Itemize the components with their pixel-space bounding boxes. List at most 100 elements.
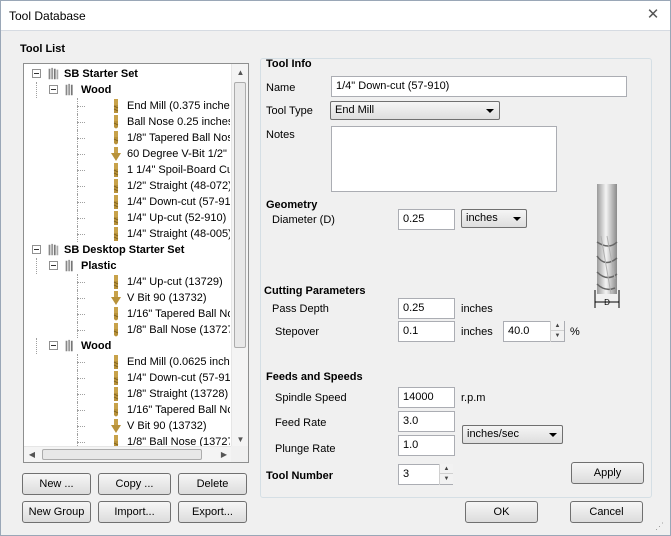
collapse-toggle-icon[interactable] bbox=[49, 85, 58, 94]
tree-item-label: 1/4" Up-cut (52-910) bbox=[127, 212, 227, 224]
tree-item-tool[interactable]: 60 Degree V-Bit 1/2" ( 37- bbox=[24, 146, 230, 162]
end-mill-icon bbox=[110, 194, 122, 210]
tool-name-input[interactable]: 1/4" Down-cut (57-910) bbox=[331, 76, 627, 97]
tree-horizontal-scrollbar[interactable]: ◀ ▶ bbox=[24, 446, 232, 462]
pass-depth-input[interactable]: 0.25 bbox=[398, 298, 455, 319]
diameter-units-select[interactable]: inches bbox=[461, 209, 527, 228]
tree-connector bbox=[77, 418, 78, 434]
scroll-right-arrow-icon[interactable]: ▶ bbox=[216, 447, 232, 462]
end-mill-icon bbox=[110, 98, 122, 114]
spin-down-icon[interactable]: ▼ bbox=[440, 474, 453, 484]
cancel-button[interactable]: Cancel bbox=[570, 501, 643, 523]
plunge-rate-label: Plunge Rate bbox=[275, 443, 336, 455]
diameter-input[interactable]: 0.25 bbox=[398, 209, 455, 230]
apply-button[interactable]: Apply bbox=[571, 462, 644, 484]
end-mill-icon bbox=[110, 178, 122, 194]
tree-item-tool-set[interactable]: SB Starter Set bbox=[24, 66, 230, 82]
scroll-left-arrow-icon[interactable]: ◀ bbox=[24, 447, 40, 462]
tool-type-label: Tool Type bbox=[266, 105, 313, 117]
stepover-input[interactable]: 0.1 bbox=[398, 321, 455, 342]
delete-tool-button[interactable]: Delete bbox=[178, 473, 247, 495]
tree-connector bbox=[77, 106, 85, 107]
notes-textarea[interactable] bbox=[331, 126, 557, 192]
feed-rate-input[interactable]: 3.0 bbox=[398, 411, 455, 432]
horizontal-scroll-thumb[interactable] bbox=[42, 449, 202, 460]
resize-grip-icon[interactable]: ⋰ bbox=[655, 520, 667, 532]
tree-item-tool[interactable]: 1 1/4" Spoil-Board Cutter ( bbox=[24, 162, 230, 178]
collapse-toggle-icon[interactable] bbox=[32, 69, 41, 78]
tree-item-tool[interactable]: End Mill (0.375 inches) bbox=[24, 98, 230, 114]
tree-item-label: 1/2" Straight (48-072) bbox=[127, 180, 230, 192]
vertical-scroll-thumb[interactable] bbox=[234, 82, 246, 348]
tree-vertical-scrollbar[interactable]: ▲ ▼ bbox=[231, 64, 248, 448]
tree-item-tool[interactable]: 1/4" Down-cut (57-910) bbox=[24, 194, 230, 210]
import-button[interactable]: Import... bbox=[98, 501, 171, 523]
tree-item-label: 1/16" Tapered Ball Nose (1 bbox=[127, 308, 230, 320]
tree-item-tool[interactable]: Ball Nose 0.25 inches Dia bbox=[24, 114, 230, 130]
rate-units-select[interactable]: inches/sec bbox=[462, 425, 563, 444]
v-bit-icon bbox=[110, 146, 122, 162]
export-button[interactable]: Export... bbox=[178, 501, 247, 523]
collapse-toggle-icon[interactable] bbox=[32, 245, 41, 254]
tree-item-tool[interactable]: 1/8" Ball Nose (13727) bbox=[24, 322, 230, 338]
tool-number-spinner[interactable]: ▲ ▼ bbox=[439, 464, 453, 485]
tree-item-label: 1 1/4" Spoil-Board Cutter ( bbox=[127, 164, 230, 176]
tree-item-tool[interactable]: 1/4" Up-cut (52-910) bbox=[24, 210, 230, 226]
tree-connector bbox=[77, 410, 85, 411]
tree-connector bbox=[77, 130, 78, 146]
copy-tool-button[interactable]: Copy ... bbox=[98, 473, 171, 495]
plunge-rate-input[interactable]: 1.0 bbox=[398, 435, 455, 456]
tree-item-tool[interactable]: End Mill (0.0625 inches) bbox=[24, 354, 230, 370]
stepover-unit: inches bbox=[461, 326, 493, 338]
tree-item-tool[interactable]: 1/4" Straight (48-005) bbox=[24, 226, 230, 242]
new-tool-button[interactable]: New ... bbox=[22, 473, 91, 495]
tree-item-tool-group[interactable]: Wood bbox=[24, 82, 230, 98]
stepover-percent-spinner[interactable]: ▲ ▼ bbox=[550, 321, 564, 342]
tree-item-tool[interactable]: V Bit 90 (13732) bbox=[24, 418, 230, 434]
tree-connector bbox=[77, 362, 85, 363]
spin-up-icon[interactable]: ▲ bbox=[551, 321, 564, 331]
ok-button[interactable]: OK bbox=[465, 501, 538, 523]
tool-tree[interactable]: SB Starter Set Wood End Mill (0.375 inches… bbox=[23, 63, 249, 463]
tool-group-icon bbox=[63, 259, 77, 273]
tool-number-value: 3 bbox=[403, 468, 410, 480]
tree-item-tool[interactable]: V Bit 90 (13732) bbox=[24, 290, 230, 306]
tree-connector bbox=[77, 122, 85, 123]
tree-connector bbox=[77, 186, 85, 187]
spin-down-icon[interactable]: ▼ bbox=[551, 331, 564, 341]
close-icon[interactable]: ✕ bbox=[644, 6, 662, 24]
tree-item-tool[interactable]: 1/8" Tapered Ball Nose ( 7 bbox=[24, 130, 230, 146]
tree-item-tool[interactable]: 1/16" Tapered Ball Nose (1 bbox=[24, 402, 230, 418]
tree-item-tool[interactable]: 1/2" Straight (48-072) bbox=[24, 178, 230, 194]
tree-item-tool[interactable]: 1/8" Straight (13728) bbox=[24, 386, 230, 402]
chevron-down-icon bbox=[513, 217, 521, 221]
tree-item-tool-set[interactable]: SB Desktop Starter Set bbox=[24, 242, 230, 258]
tool-group-icon bbox=[63, 339, 77, 353]
tree-connector bbox=[36, 82, 37, 98]
spindle-speed-input[interactable]: 14000 bbox=[398, 387, 455, 408]
ball-nose-icon bbox=[110, 402, 122, 418]
tree-item-label: 1/4" Straight (48-005) bbox=[127, 228, 230, 240]
spindle-speed-unit: r.p.m bbox=[461, 392, 486, 404]
tree-connector bbox=[77, 290, 78, 306]
collapse-toggle-icon[interactable] bbox=[49, 341, 58, 350]
diameter-dimension-label: D bbox=[604, 298, 610, 307]
collapse-toggle-icon[interactable] bbox=[49, 261, 58, 270]
tree-connector bbox=[77, 370, 78, 386]
new-group-button[interactable]: New Group bbox=[22, 501, 91, 523]
tree-item-tool[interactable]: 1/4" Down-cut (57-910) bbox=[24, 370, 230, 386]
spin-up-icon[interactable]: ▲ bbox=[440, 464, 453, 474]
title-bar: Tool Database ✕ bbox=[1, 1, 670, 31]
ball-nose-icon bbox=[110, 130, 122, 146]
stepover-label: Stepover bbox=[275, 326, 320, 338]
tree-connector bbox=[77, 314, 85, 315]
tree-item-tool[interactable]: 1/16" Tapered Ball Nose (1 bbox=[24, 306, 230, 322]
tree-item-tool[interactable]: 1/4" Up-cut (13729) bbox=[24, 274, 230, 290]
tree-item-tool-group[interactable]: Wood bbox=[24, 338, 230, 354]
tree-item-label: V Bit 90 (13732) bbox=[127, 292, 207, 304]
tool-type-select[interactable]: End Mill bbox=[330, 101, 500, 120]
scroll-up-arrow-icon[interactable]: ▲ bbox=[232, 64, 248, 81]
tree-connector bbox=[77, 202, 85, 203]
tree-item-label: SB Desktop Starter Set bbox=[64, 244, 185, 256]
tree-item-tool-group[interactable]: Plastic bbox=[24, 258, 230, 274]
